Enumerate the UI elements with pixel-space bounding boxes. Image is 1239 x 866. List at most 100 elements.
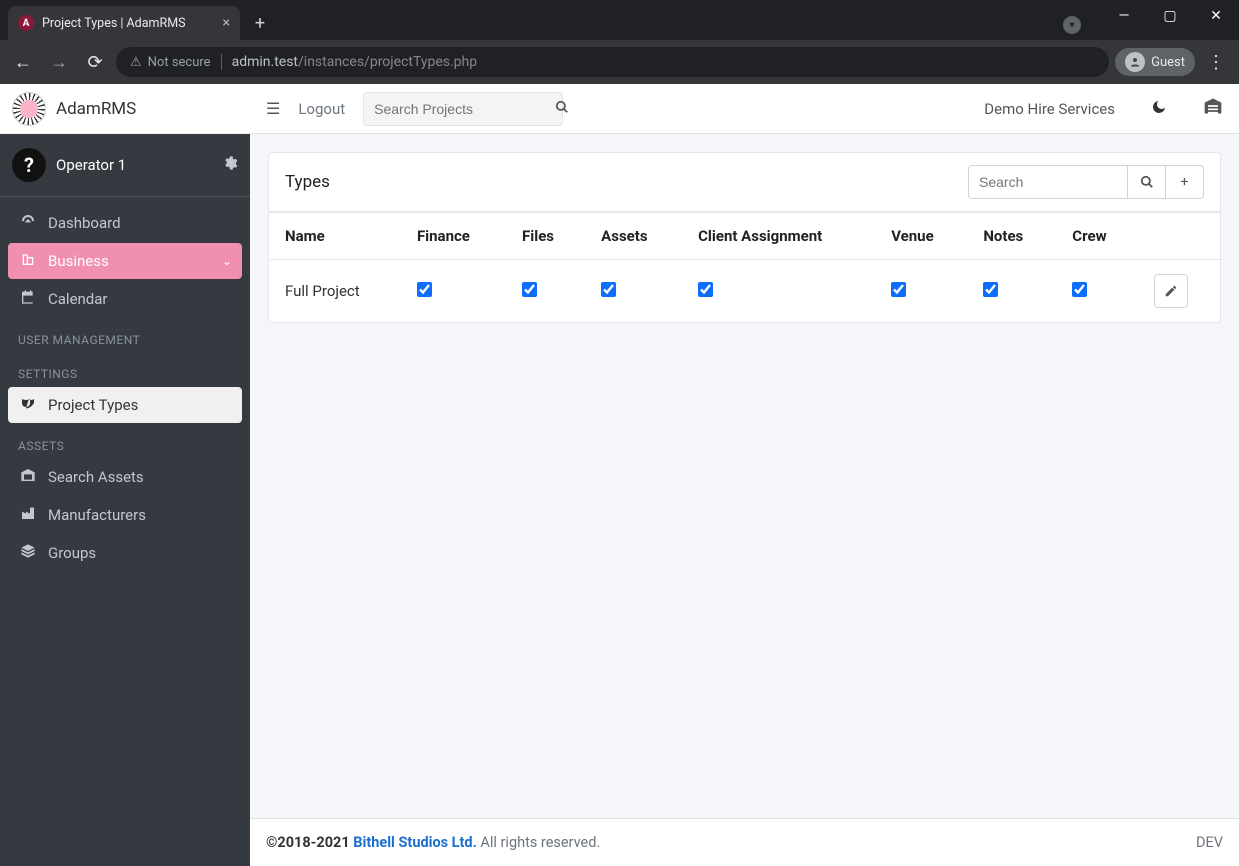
brand-label: AdamRMS <box>56 99 136 119</box>
search-projects-input[interactable] <box>374 101 555 117</box>
nav-header-settings: SETTINGS <box>8 353 242 387</box>
building-icon <box>18 251 38 271</box>
profile-label: Guest <box>1151 55 1185 70</box>
masks-icon <box>18 395 38 415</box>
gear-icon[interactable] <box>222 155 238 175</box>
sidebar: AdamRMS ? Operator 1 Dashboard Business … <box>0 84 250 866</box>
col-venue: Venue <box>875 213 967 260</box>
hamburger-icon[interactable]: ☰ <box>266 99 280 118</box>
window-controls: — ▢ ✕ <box>1101 0 1239 32</box>
sidebar-item-manufacturers[interactable]: Manufacturers <box>8 497 242 533</box>
address-bar[interactable]: ⚠ Not secure admin.test/instances/projec… <box>116 47 1109 77</box>
maximize-button[interactable]: ▢ <box>1147 0 1193 32</box>
sidebar-item-search-assets[interactable]: Search Assets <box>8 459 242 495</box>
footer-env: DEV <box>1196 834 1223 851</box>
layers-icon <box>18 543 38 563</box>
col-notes: Notes <box>967 213 1056 260</box>
not-secure-label: Not secure <box>148 55 211 70</box>
reload-button[interactable]: ⟳ <box>80 47 110 77</box>
chk-files[interactable] <box>522 282 537 297</box>
table-header-row: Name Finance Files Assets Client Assignm… <box>269 213 1220 260</box>
footer-company-link[interactable]: Bithell Studios Ltd. <box>353 834 477 851</box>
add-type-button[interactable]: + <box>1166 165 1204 199</box>
favicon-icon: A <box>18 15 34 31</box>
chk-notes[interactable] <box>983 282 998 297</box>
sidebar-item-calendar[interactable]: Calendar <box>8 281 242 317</box>
separator <box>221 54 222 70</box>
profile-chip[interactable]: Guest <box>1115 48 1195 76</box>
browser-tab[interactable]: A Project Types | AdamRMS × <box>8 6 240 40</box>
url-host: admin.test <box>232 54 298 70</box>
app: AdamRMS ? Operator 1 Dashboard Business … <box>0 84 1239 866</box>
card-header: Types + <box>269 153 1220 212</box>
close-window-button[interactable]: ✕ <box>1193 0 1239 32</box>
warehouse-top-icon[interactable] <box>1203 96 1223 121</box>
content: Types + Name Finance Files <box>250 134 1239 818</box>
chk-venue[interactable] <box>891 282 906 297</box>
nav-header-user-mgmt: USER MANAGEMENT <box>8 319 242 353</box>
user-panel: ? Operator 1 <box>0 134 250 197</box>
col-name: Name <box>269 213 401 260</box>
sidebar-item-label: Business <box>48 252 109 270</box>
types-table: Name Finance Files Assets Client Assignm… <box>269 212 1220 322</box>
card-title: Types <box>285 172 968 192</box>
sidebar-item-label: Groups <box>48 544 96 562</box>
footer-copyright-suffix: All rights reserved. <box>477 834 600 851</box>
topbar: ☰ Logout Demo Hire Services <box>250 84 1239 134</box>
nav-header-assets: ASSETS <box>8 425 242 459</box>
brand[interactable]: AdamRMS <box>0 84 250 134</box>
sidebar-item-project-types[interactable]: Project Types <box>8 387 242 423</box>
caret-down-icon[interactable]: ▾ <box>1063 16 1081 34</box>
footer: ©2018-2021 Bithell Studios Ltd. All righ… <box>250 818 1239 866</box>
factory-icon <box>18 505 38 525</box>
col-finance: Finance <box>401 213 506 260</box>
sidebar-item-label: Manufacturers <box>48 506 146 524</box>
warning-icon: ⚠ <box>130 55 142 70</box>
brand-logo-icon <box>12 92 46 126</box>
types-search-input[interactable] <box>968 165 1128 199</box>
chevron-down-icon: ⌄ <box>222 254 232 268</box>
chk-finance[interactable] <box>417 282 432 297</box>
user-avatar-icon: ? <box>12 148 46 182</box>
forward-button[interactable]: → <box>44 47 74 77</box>
search-projects[interactable] <box>363 92 563 126</box>
browser-chrome: A Project Types | AdamRMS × + ▾ — ▢ ✕ ← … <box>0 0 1239 84</box>
minimize-button[interactable]: — <box>1101 0 1147 32</box>
new-tab-button[interactable]: + <box>246 9 274 37</box>
types-search-button[interactable] <box>1128 165 1166 199</box>
edit-type-button[interactable] <box>1154 274 1188 308</box>
cell-name: Full Project <box>269 260 401 323</box>
profile-avatar-icon <box>1125 52 1145 72</box>
calendar-icon <box>18 289 38 309</box>
footer-text: ©2018-2021 Bithell Studios Ltd. All righ… <box>266 834 600 851</box>
logout-link[interactable]: Logout <box>298 100 345 118</box>
col-actions <box>1138 213 1220 260</box>
sidebar-item-dashboard[interactable]: Dashboard <box>8 205 242 241</box>
sidebar-nav: Dashboard Business ⌄ Calendar USER MANAG… <box>0 197 250 581</box>
sidebar-item-label: Search Assets <box>48 468 144 486</box>
back-button[interactable]: ← <box>8 47 38 77</box>
user-name[interactable]: Operator 1 <box>56 156 212 174</box>
main: ☰ Logout Demo Hire Services Types <box>250 84 1239 866</box>
table-row: Full Project <box>269 260 1220 323</box>
browser-menu-button[interactable]: ⋮ <box>1201 52 1231 73</box>
moon-icon[interactable] <box>1151 99 1167 119</box>
sidebar-item-label: Calendar <box>48 290 108 308</box>
sidebar-item-label: Project Types <box>48 396 138 414</box>
chk-crew[interactable] <box>1072 282 1087 297</box>
col-assets: Assets <box>585 213 682 260</box>
chk-assets[interactable] <box>601 282 616 297</box>
url-path: /instances/projectTypes.php <box>298 54 477 70</box>
sidebar-item-groups[interactable]: Groups <box>8 535 242 571</box>
footer-copyright-prefix: ©2018-2021 <box>266 834 353 851</box>
search-icon[interactable] <box>555 100 569 118</box>
col-crew: Crew <box>1056 213 1138 260</box>
sidebar-item-business[interactable]: Business ⌄ <box>8 243 242 279</box>
close-tab-icon[interactable]: × <box>223 15 230 31</box>
card-tools: + <box>968 165 1204 199</box>
tab-title: Project Types | AdamRMS <box>42 16 215 31</box>
types-card: Types + Name Finance Files <box>268 152 1221 323</box>
chk-client-assignment[interactable] <box>698 282 713 297</box>
instance-name[interactable]: Demo Hire Services <box>984 100 1115 118</box>
col-client-assignment: Client Assignment <box>682 213 875 260</box>
